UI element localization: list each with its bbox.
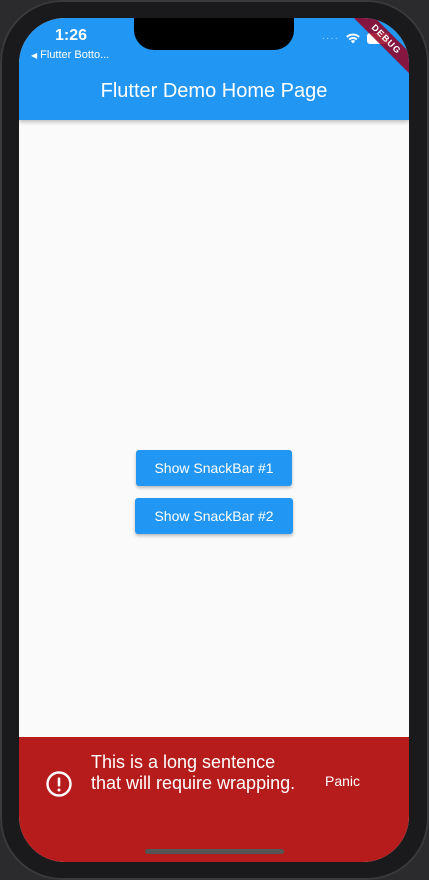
show-snackbar-1-button[interactable]: Show SnackBar #1 [136,450,292,486]
home-indicator[interactable] [145,849,284,854]
error-outline-icon [45,770,73,798]
app-screen: 1:26 ◀ Flutter Botto... ···· DEBUG Flutt… [19,18,409,862]
status-time: 1:26 [55,27,88,44]
back-to-app-link[interactable]: ◀ Flutter Botto... [31,49,109,61]
back-app-label: Flutter Botto... [40,49,110,61]
wifi-icon [345,32,361,44]
app-bar: 1:26 ◀ Flutter Botto... ···· DEBUG Flutt… [19,18,409,120]
snackbar: This is a long sentence that will requir… [19,737,409,862]
signal-dots-icon: ···· [321,32,339,44]
page-title: Flutter Demo Home Page [100,80,328,102]
back-triangle-icon: ◀ [31,50,38,60]
phone-frame: 1:26 ◀ Flutter Botto... ···· DEBUG Flutt… [0,0,429,880]
camera-notch [134,18,294,50]
snackbar-message: This is a long sentence that will requir… [91,752,296,793]
show-snackbar-2-button[interactable]: Show SnackBar #2 [135,498,293,534]
debug-banner: DEBUG [345,18,409,81]
snackbar-panic-action[interactable]: Panic [325,773,360,789]
